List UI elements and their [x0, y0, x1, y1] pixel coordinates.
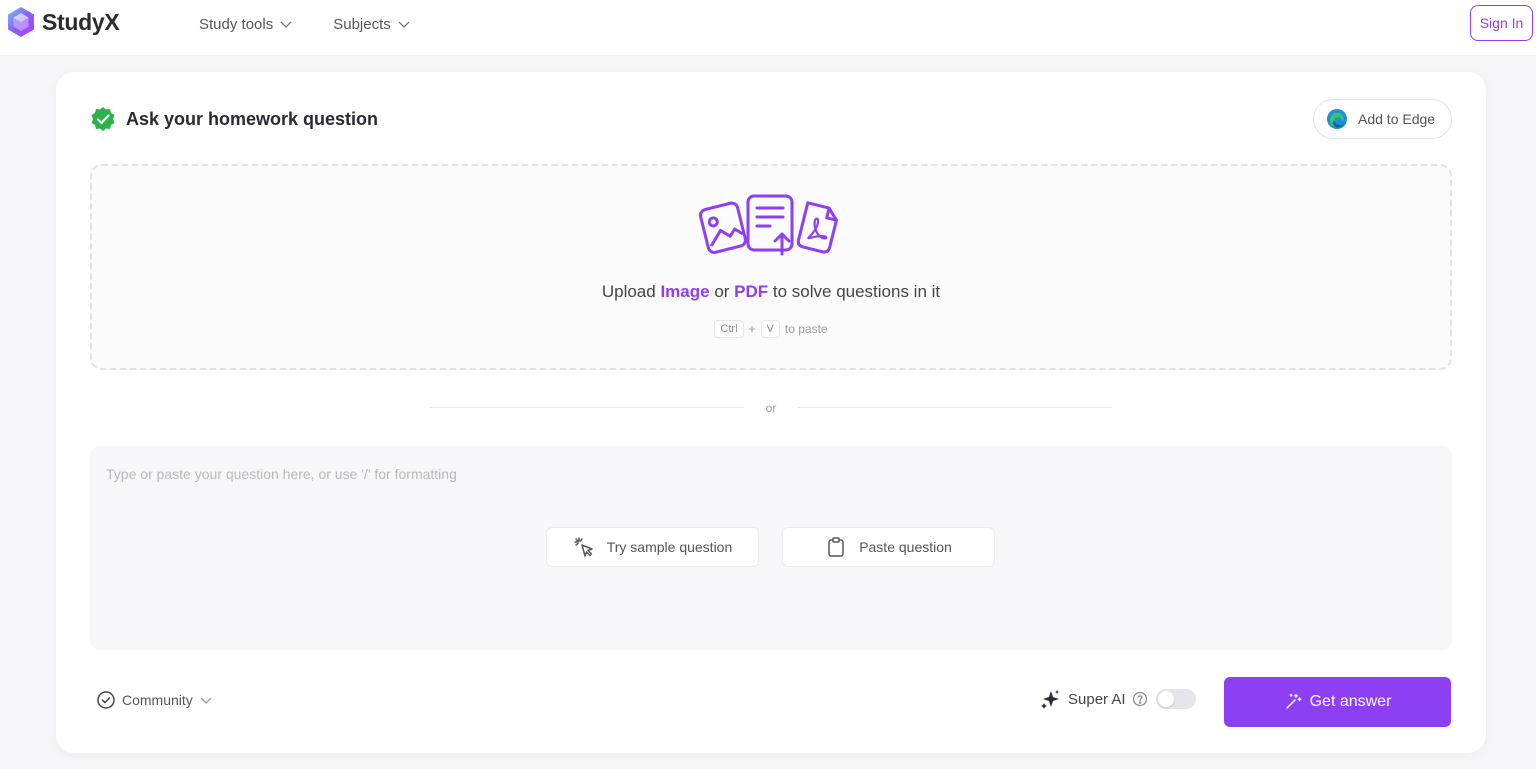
upload-middle: or [709, 282, 735, 301]
add-to-edge-label: Add to Edge [1358, 111, 1436, 127]
clipboard-icon [828, 537, 844, 557]
spark-icon [1041, 690, 1059, 709]
paste-question-label: Paste question [859, 539, 952, 555]
v-key: V [760, 320, 780, 338]
card-header: Ask your homework question [90, 106, 378, 132]
plus-sign: + [748, 322, 756, 336]
chevron-down-icon [280, 21, 292, 28]
main-nav: Study tools Subjects [199, 12, 411, 36]
paste-shortcut-hint: Ctrl + V to paste [92, 320, 1450, 338]
chevron-down-icon [398, 21, 410, 28]
community-label: Community [122, 692, 193, 708]
sign-in-button[interactable]: Sign In [1470, 5, 1533, 41]
nav-subjects[interactable]: Subjects [333, 12, 411, 36]
divider-left [430, 407, 744, 408]
paste-hint-text: to paste [784, 322, 828, 336]
add-to-edge-button[interactable]: Add to Edge [1313, 99, 1452, 139]
magic-cursor-icon [573, 537, 593, 557]
try-sample-label: Try sample question [606, 539, 733, 555]
wand-icon [1285, 693, 1302, 709]
upload-pdf-link[interactable]: PDF [734, 282, 768, 301]
studyx-logo-icon [8, 7, 34, 37]
or-divider-text: or [765, 401, 777, 415]
upload-prefix: Upload [601, 282, 661, 301]
nav-subjects-label: Subjects [333, 15, 391, 33]
question-editor[interactable]: Try sample question Paste question [90, 446, 1452, 650]
upload-files-icon [698, 194, 838, 256]
top-navigation-bar: StudyX Study tools Subjects Sign In [0, 0, 1536, 56]
super-ai-control: Super AI [1040, 688, 1196, 710]
try-sample-question-button[interactable]: Try sample question [546, 527, 759, 567]
brand-logo[interactable]: StudyX [6, 6, 120, 38]
edge-icon [1327, 109, 1347, 129]
divider-right [798, 407, 1112, 408]
question-input[interactable] [106, 462, 1436, 486]
super-ai-label: Super AI [1068, 690, 1126, 708]
nav-study-tools[interactable]: Study tools [199, 12, 293, 36]
upload-image-link[interactable]: Image [660, 282, 709, 301]
get-answer-button[interactable]: Get answer [1224, 677, 1451, 727]
check-circle-icon [91, 107, 115, 131]
upload-instruction: Upload Image or PDF to solve questions i… [92, 282, 1450, 302]
help-circle-icon[interactable] [1132, 691, 1148, 707]
brand-name: StudyX [42, 8, 120, 35]
check-circle-outline-icon [97, 691, 115, 709]
upload-suffix: to solve questions in it [768, 282, 941, 301]
page-title: Ask your homework question [126, 108, 379, 129]
ctrl-key: Ctrl [714, 320, 744, 338]
super-ai-toggle[interactable] [1155, 689, 1196, 709]
nav-study-tools-label: Study tools [199, 15, 274, 33]
paste-question-button[interactable]: Paste question [782, 527, 995, 567]
get-answer-label: Get answer [1309, 693, 1392, 710]
community-dropdown[interactable]: Community [96, 690, 213, 710]
chevron-down-icon [200, 697, 212, 704]
toggle-knob [1157, 691, 1174, 707]
homework-question-card: Ask your homework question Add to Edge U… [56, 72, 1486, 753]
upload-dropzone[interactable]: Upload Image or PDF to solve questions i… [90, 164, 1452, 370]
